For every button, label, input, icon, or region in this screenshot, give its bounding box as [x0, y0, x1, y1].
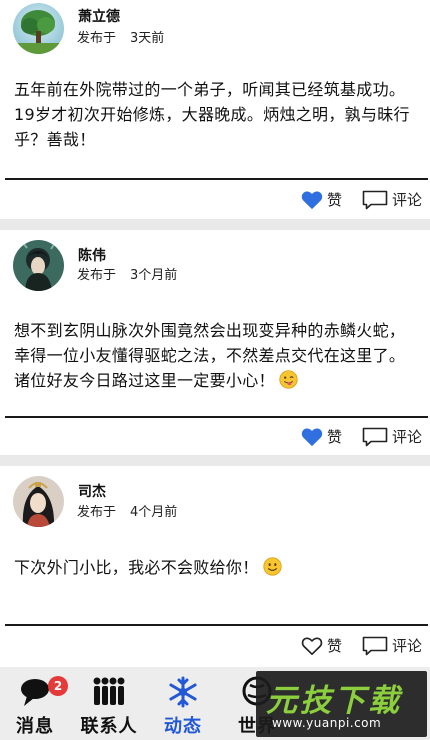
watermark-title: 元技下载: [266, 683, 402, 719]
author-name[interactable]: 司杰: [78, 481, 106, 501]
author-name[interactable]: 陈伟: [78, 245, 106, 265]
author-avatar[interactable]: [13, 476, 64, 527]
time-ago: 3天前: [130, 31, 165, 46]
comment-icon: [362, 427, 388, 446]
like-label: 赞: [326, 428, 342, 446]
author-avatar[interactable]: [13, 3, 64, 54]
nav-label: 消息: [16, 716, 54, 737]
post-text: 想不到玄阴山脉次外围竟然会出现变异种的赤鳞火蛇，幸得一位小友懂得驱蛇之法，不然差…: [14, 321, 406, 390]
time-ago: 3个月前: [130, 268, 178, 283]
post-actions: 赞 评论: [301, 189, 422, 210]
author-avatar[interactable]: [13, 240, 64, 291]
nav-item-moments[interactable]: 动态: [148, 667, 218, 740]
nav-label: 动态: [164, 716, 202, 737]
comment-label: 评论: [391, 637, 422, 655]
post-time: 发布于 3个月前: [77, 264, 177, 283]
chat-bubble-icon: [21, 679, 49, 706]
heart-filled-icon: [301, 191, 323, 209]
post-card: 萧立德 发布于 3天前 五年前在外院带过的一个弟子，听闻其已经筑基成功。19岁才初…: [0, 0, 430, 219]
post-card: 司杰 发布于 4个月前 下次外门小比，我必不会败给你！ 赞 评论: [0, 466, 430, 667]
post-text: 五年前在外院带过的一个弟子，听闻其已经筑基成功。19岁才初次开始修炼，大器晚成。…: [14, 80, 410, 149]
comment-button[interactable]: 评论: [362, 635, 422, 656]
post-actions: 赞 评论: [301, 426, 422, 447]
nav-label: 联系人: [80, 716, 138, 737]
like-button[interactable]: 赞: [301, 189, 342, 210]
like-label: 赞: [326, 637, 342, 655]
wink-tongue-emoji: [279, 370, 298, 389]
posted-prefix: 发布于: [77, 505, 117, 520]
watermark-logo: 元技下载 www.yuanpi.com: [256, 671, 427, 737]
post-actions: 赞 评论: [301, 635, 422, 656]
post-divider: [5, 624, 428, 626]
comment-label: 评论: [391, 191, 422, 209]
nav-item-contacts[interactable]: 联系人: [74, 667, 144, 740]
time-ago: 4个月前: [130, 505, 178, 520]
post-content: 五年前在外院带过的一个弟子，听闻其已经筑基成功。19岁才初次开始修炼，大器晚成。…: [14, 77, 418, 152]
post-content: 想不到玄阴山脉次外围竟然会出现变异种的赤鳞火蛇，幸得一位小友懂得驱蛇之法，不然差…: [14, 318, 418, 393]
like-label: 赞: [326, 191, 342, 209]
posted-prefix: 发布于: [77, 268, 117, 283]
nav-item-messages[interactable]: 2 消息: [0, 667, 70, 740]
comment-button[interactable]: 评论: [362, 426, 422, 447]
like-button[interactable]: 赞: [301, 635, 342, 656]
smile-emoji: [262, 557, 282, 576]
post-divider: [5, 178, 428, 180]
post-divider: [5, 416, 428, 418]
heart-filled-icon: [301, 428, 323, 446]
comment-icon: [362, 636, 388, 655]
people-icon: [93, 677, 125, 705]
snowflake-icon: [169, 676, 197, 708]
post-time: 发布于 3天前: [77, 27, 164, 46]
author-name[interactable]: 萧立德: [78, 6, 120, 26]
post-text: 下次外门小比，我必不会败给你！: [14, 558, 259, 577]
comment-button[interactable]: 评论: [362, 189, 422, 210]
post-content: 下次外门小比，我必不会败给你！: [14, 555, 418, 580]
unread-badge: 2: [48, 676, 68, 696]
post-time: 发布于 4个月前: [77, 501, 177, 520]
heart-outline-icon: [301, 637, 323, 655]
comment-icon: [362, 190, 388, 209]
like-button[interactable]: 赞: [301, 426, 342, 447]
watermark-url: www.yuanpi.com: [272, 716, 382, 730]
comment-label: 评论: [391, 428, 422, 446]
posted-prefix: 发布于: [77, 31, 117, 46]
post-card: 陈伟 发布于 3个月前 想不到玄阴山脉次外围竟然会出现变异种的赤鳞火蛇，幸得一位小…: [0, 230, 430, 455]
